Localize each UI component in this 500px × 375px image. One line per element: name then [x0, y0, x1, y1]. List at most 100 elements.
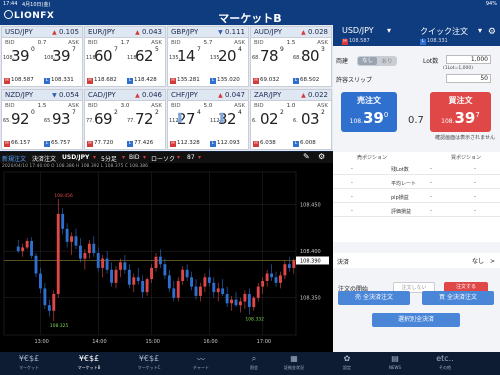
high-badge: H	[87, 141, 93, 147]
hedge-toggle-on-option[interactable]: あり	[377, 57, 397, 65]
candle-body	[185, 269, 189, 278]
tile-high-value: 112.328	[177, 140, 200, 146]
nav-item[interactable]: 〰チャート	[176, 352, 226, 375]
chevron-down-icon[interactable]: ▾	[478, 26, 482, 35]
nav-item[interactable]: ¥€$£ マーケットB	[64, 352, 114, 375]
chevron-down-icon[interactable]: ▾	[387, 26, 391, 35]
buy-order-button[interactable]: 買注文 108.397	[430, 92, 491, 132]
tile-ask-price[interactable]: 108. 39 7	[43, 45, 83, 67]
tile-ask-price[interactable]: 77. 72 2	[126, 108, 166, 130]
bid-price-main: 02	[260, 110, 279, 128]
rate-tile[interactable]: GBP/JPY ▼ 0.111 BID 5.7 ASK 135. 14 7 135. 20 4 H 13…	[167, 26, 249, 87]
sell-close-all-button[interactable]: 売 全決済注文	[338, 291, 410, 305]
candle-body	[25, 240, 29, 248]
buy-price-prefix: 108.	[441, 118, 455, 125]
nav-item[interactable]: ▦ 証拠金状況	[269, 352, 319, 375]
nav-item[interactable]: ▤ NEWS	[370, 352, 420, 375]
rate-tile[interactable]: EUR/JPY ▲ 0.043 BID 1.7 ASK 118. 60 7 118. 62 5 H 11…	[84, 26, 166, 87]
tile-ask-price[interactable]: 112. 32 4	[209, 108, 249, 130]
buy-position-value-2: -	[474, 166, 476, 172]
buy-close-all-button[interactable]: 買 全決済注文	[422, 291, 494, 305]
high-badge: H	[253, 141, 259, 147]
tile-high-value: 118.682	[94, 77, 117, 83]
bid-price-pip: 0	[31, 109, 35, 116]
tile-ask-price[interactable]: 135. 20 4	[209, 45, 249, 67]
tile-bid-price[interactable]: 135. 14 7	[168, 45, 208, 67]
bid-price-prefix: 6.	[252, 118, 257, 124]
tile-change: ▲ 0.043	[135, 28, 162, 36]
arrow-down-icon: ⬇	[174, 111, 186, 127]
hedge-toggle[interactable]: なし あり	[357, 56, 397, 66]
tile-low: L 108.331	[44, 77, 74, 84]
tile-bid-price[interactable]: 77. 69 2	[85, 108, 125, 130]
position-row-label: pip損益	[391, 195, 409, 201]
tile-ask-price[interactable]: 68. 80 3	[292, 45, 332, 67]
tile-ask-price[interactable]: 65. 93 7	[43, 108, 83, 130]
high-badge: H	[4, 78, 10, 84]
select-close-all-button[interactable]: 選択別全決済	[372, 313, 460, 327]
rate-tile[interactable]: AUD/JPY ▲ 0.028 BID 1.5 ASK 68. 78 9 68. 80 3 H 69.0…	[250, 26, 332, 87]
x-tick-label: 17:00	[257, 339, 271, 345]
order-pair-select[interactable]: USD/JPY	[342, 26, 374, 35]
tile-bid-price[interactable]: 108. 39 0	[2, 45, 42, 67]
nav-item[interactable]: etc.. その他	[420, 352, 470, 375]
hedge-toggle-off-option[interactable]: なし	[358, 57, 377, 65]
settlement-value: なし >	[471, 258, 495, 265]
candle-body	[163, 264, 167, 276]
order-bid-small: H 108.587	[342, 38, 370, 45]
bid-price-pip: 7	[114, 46, 118, 53]
order-type-select[interactable]: クイック注文	[420, 26, 468, 37]
nav-item[interactable]: ¥€$£ マーケットC	[124, 352, 174, 375]
sell-price: 108.390	[341, 108, 397, 127]
ask-price-pip: 4	[238, 46, 242, 53]
nav-item[interactable]: ✿ 設定	[322, 352, 372, 375]
candle-body	[167, 275, 171, 289]
tile-bid-price[interactable]: 68. 78 9	[251, 45, 291, 67]
tile-footer: H 6.038 L 6.008	[251, 138, 331, 149]
slippage-input[interactable]: 50	[446, 74, 491, 83]
status-battery: 94%	[485, 1, 497, 7]
nav-icon: ▦	[290, 354, 298, 363]
ask-price-main: 20	[218, 47, 237, 65]
chart-panel: 新規注文 決済注文 USD/JPY ▾ 5分足 ▾ BID ▾ ローソク ▾ 8…	[0, 152, 333, 352]
tile-bid-price[interactable]: 118. 60 7	[85, 45, 125, 67]
candle-body	[21, 247, 25, 252]
candle-body	[243, 294, 247, 302]
arrow-down-icon: ⬇	[216, 111, 228, 127]
confirm-note: 確認画面は表示されません	[435, 135, 495, 141]
rate-tile[interactable]: USD/JPY ▲ 0.105 BID 0.7 ASK 108. 39 0 108. 39 7 H 10…	[1, 26, 83, 87]
hedge-label: 両建	[336, 58, 349, 65]
rate-tile[interactable]: CAD/JPY ▲ 0.046 BID 3.0 ASK 77. 69 2 77. 72 2 H 77.7…	[84, 89, 166, 150]
rate-tile[interactable]: CHF/JPY ▲ 0.047 BID 5.0 ASK 112. 27 4 112. 32 4 ⬇ ⬇ H…	[167, 89, 249, 150]
tile-high: H 118.682	[87, 77, 117, 84]
ask-price-pip: 7	[72, 109, 76, 116]
ask-price-prefix: 6.	[293, 118, 298, 124]
sell-order-button[interactable]: 売注文 108.390	[341, 92, 397, 132]
settlement-row[interactable]: 決済 なし >	[333, 253, 500, 268]
tile-ask-price[interactable]: 118. 62 5	[126, 45, 166, 67]
sell-price-main: 39	[363, 109, 384, 127]
candle-body	[159, 256, 162, 265]
position-row-label: 評価損益	[391, 209, 412, 215]
tile-header: AUD/JPY ▲ 0.028	[251, 27, 331, 38]
tile-low: L 77.426	[127, 140, 153, 147]
gear-icon[interactable]: ⚙	[488, 27, 496, 37]
lot-input[interactable]: 1,000	[446, 55, 491, 64]
tile-bid-price[interactable]: 6. 02 2	[251, 108, 291, 130]
tile-change: ▼ 0.111	[218, 28, 245, 36]
nav-item[interactable]: ¥€$£ マーケット	[4, 352, 54, 375]
buy-position-value-2: -	[474, 194, 476, 200]
app-header: LIONFX マーケットB	[0, 8, 500, 25]
candle-body	[43, 288, 47, 306]
nav-icon: 〰	[197, 355, 205, 364]
rate-tile[interactable]: NZD/JPY ▼ 0.054 BID 1.5 ASK 65. 92 0 65. 93 7 H 66.1…	[1, 89, 83, 150]
tile-ask-price[interactable]: 6. 03 2	[292, 108, 332, 130]
candlestick-chart[interactable]: 108.450 108.400 108.350 13:00 14:00 15:00 16:0…	[0, 152, 333, 352]
low-badge: L	[210, 141, 216, 147]
page-title: マーケットB	[218, 12, 282, 25]
rate-tile[interactable]: ZAR/JPY ▲ 0.022 BID 1.0 ASK 6. 02 2 6. 03 2 H 6.038 L…	[250, 89, 332, 150]
tile-bid-price[interactable]: 65. 92 0	[2, 108, 42, 130]
slippage-label: 許容スリップ	[336, 77, 373, 84]
low-badge: L	[293, 141, 299, 147]
status-bar: 17:44 4月10日(金) 94%	[0, 0, 500, 8]
